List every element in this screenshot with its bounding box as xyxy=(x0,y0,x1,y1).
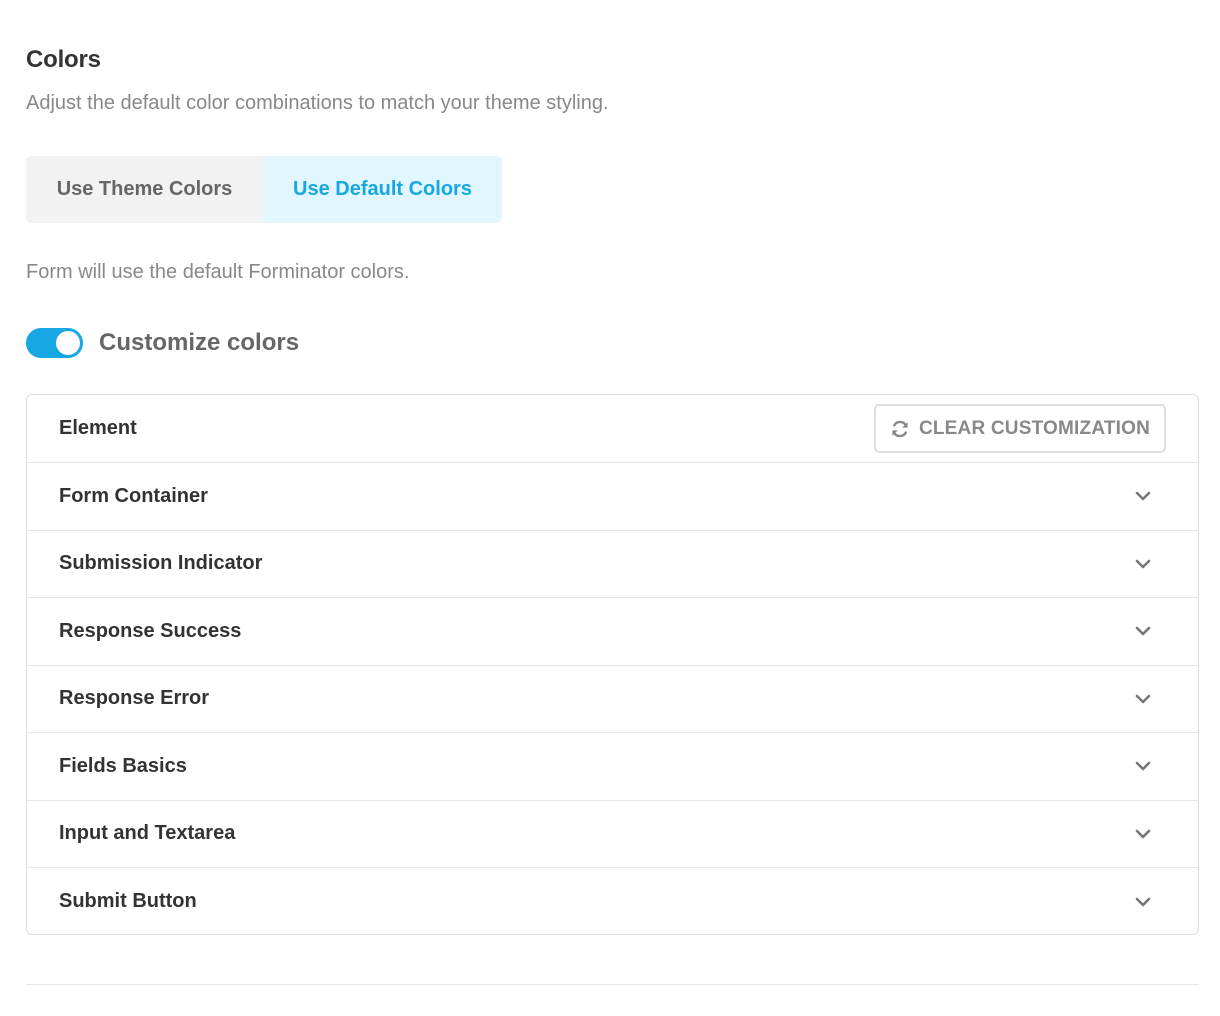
chevron-down-icon xyxy=(1134,690,1152,708)
chevron-down-icon xyxy=(1134,487,1152,505)
accordion-row-label: Submit Button xyxy=(59,890,197,913)
chevron-down-icon xyxy=(1134,893,1152,911)
tab-use-theme-colors[interactable]: Use Theme Colors xyxy=(26,156,263,223)
color-source-tabs: Use Theme Colors Use Default Colors xyxy=(26,156,502,223)
accordion-row-submit-button[interactable]: Submit Button xyxy=(27,868,1198,934)
clear-customization-label: CLEAR CUSTOMIZATION xyxy=(918,417,1151,439)
accordion-row-label: Form Container xyxy=(59,484,208,507)
accordion-row-label: Fields Basics xyxy=(59,754,187,777)
section-title: Colors xyxy=(26,46,101,73)
customize-colors-row: Customize colors xyxy=(26,328,299,358)
chevron-down-icon xyxy=(1134,555,1152,573)
accordion-row-label: Input and Textarea xyxy=(59,822,236,845)
chevron-down-icon xyxy=(1134,757,1152,775)
accordion-row-fields-basics[interactable]: Fields Basics xyxy=(27,733,1198,801)
accordion-row-response-success[interactable]: Response Success xyxy=(27,598,1198,666)
toggle-knob xyxy=(56,331,80,355)
accordion-row-input-and-textarea[interactable]: Input and Textarea xyxy=(27,801,1198,868)
chevron-down-icon xyxy=(1134,622,1152,640)
tab-use-default-colors[interactable]: Use Default Colors xyxy=(263,156,502,223)
chevron-down-icon xyxy=(1134,825,1152,843)
tab-description: Form will use the default Forminator col… xyxy=(26,261,410,283)
clear-customization-button[interactable]: CLEAR CUSTOMIZATION xyxy=(874,404,1166,453)
section-description: Adjust the default color combinations to… xyxy=(26,92,609,114)
accordion-row-form-container[interactable]: Form Container xyxy=(27,463,1198,531)
panel-header-label: Element xyxy=(59,417,137,439)
customize-colors-toggle[interactable] xyxy=(26,328,83,358)
refresh-icon xyxy=(890,419,910,439)
section-divider xyxy=(26,984,1199,985)
accordion-row-label: Response Error xyxy=(59,687,210,710)
color-elements-panel: Element CLEAR CUSTOMIZATION Form Contain… xyxy=(26,394,1199,935)
accordion-row-submission-indicator[interactable]: Submission Indicator xyxy=(27,531,1198,598)
panel-header: Element CLEAR CUSTOMIZATION xyxy=(27,395,1198,463)
accordion-row-response-error[interactable]: Response Error xyxy=(27,666,1198,733)
customize-colors-label[interactable]: Customize colors xyxy=(99,329,299,357)
accordion-row-label: Response Success xyxy=(59,619,242,642)
accordion-row-label: Submission Indicator xyxy=(59,552,263,575)
